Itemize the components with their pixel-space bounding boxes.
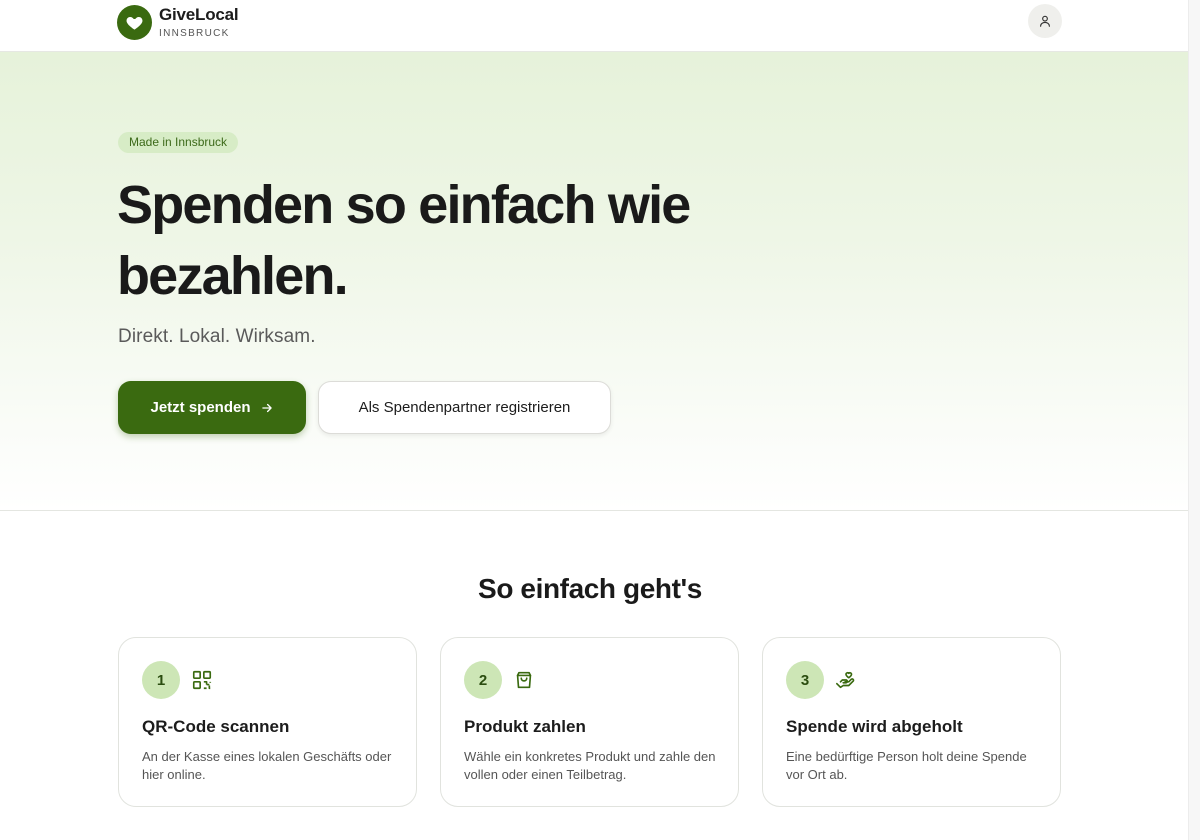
hero-section: Made in Innsbruck Spenden so einfach wie… — [0, 52, 1200, 511]
step-card-2: 2 Produkt zahlen Wähle ein konkretes Pro… — [440, 637, 739, 807]
hero-title: Spenden so einfach wie bezahlen. — [117, 175, 691, 306]
donate-now-label: Jetzt spenden — [150, 399, 251, 416]
profile-button[interactable] — [1028, 4, 1062, 38]
step-number: 3 — [786, 661, 824, 699]
register-partner-button[interactable]: Als Spendenpartner registrieren — [318, 381, 611, 434]
shopping-bag-icon — [513, 669, 535, 691]
user-icon — [1038, 14, 1052, 28]
step-card-1: 1 QR-Code scannen An der Kasse eines lok… — [118, 637, 417, 807]
step-number: 2 — [464, 661, 502, 699]
step-description: Eine bedürftige Person holt deine Spende… — [786, 749, 1027, 782]
step-description: Wähle ein konkretes Produkt und zahle de… — [464, 749, 716, 782]
step-title: Produkt zahlen — [464, 717, 586, 736]
brand-logo-link[interactable]: GiveLocal INNSBRUCK — [117, 4, 239, 40]
hand-heart-icon — [835, 669, 857, 691]
hero-badge: Made in Innsbruck — [118, 132, 239, 153]
brand-name: GiveLocal — [159, 5, 239, 24]
donate-now-button[interactable]: Jetzt spenden — [118, 381, 306, 434]
brand-text: GiveLocal INNSBRUCK — [159, 4, 239, 40]
qr-code-icon — [191, 669, 213, 691]
brand-subtitle: INNSBRUCK — [159, 28, 230, 39]
heart-icon — [117, 4, 152, 40]
step-description: An der Kasse eines lokalen Geschäfts ode… — [142, 749, 392, 782]
step-number: 1 — [142, 661, 180, 699]
step-card-3: 3 Spende wird abgeholt Eine bedürftige P… — [762, 637, 1061, 807]
arrow-right-icon — [260, 401, 274, 415]
hero-subtitle: Direkt. Lokal. Wirksam. — [118, 326, 316, 347]
scrollbar[interactable] — [1188, 0, 1200, 840]
step-title: Spende wird abgeholt — [786, 717, 963, 736]
how-it-works-title: So einfach geht's — [478, 573, 702, 604]
site-header: GiveLocal INNSBRUCK — [0, 0, 1200, 52]
step-title: QR-Code scannen — [142, 717, 290, 736]
